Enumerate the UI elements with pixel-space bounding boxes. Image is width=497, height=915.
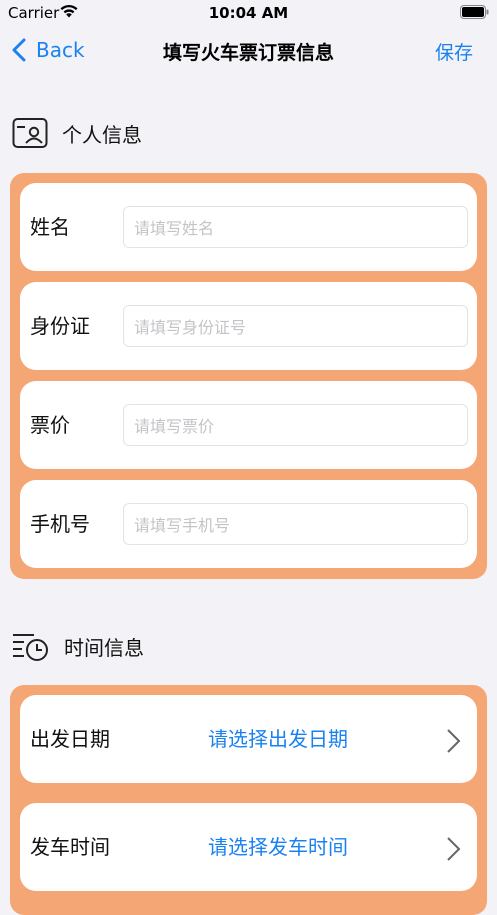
name-row: 姓名 请填写姓名 <box>20 183 477 271</box>
chevron-right-icon <box>447 729 461 753</box>
ticket-price-row: 票价 请填写票价 <box>20 381 477 469</box>
phone-input[interactable]: 请填写手机号 <box>123 503 468 545</box>
section-header-personal: 个人信息 <box>12 115 142 151</box>
phone-label: 手机号 <box>30 512 90 536</box>
departure-time-label: 发车时间 <box>30 835 110 859</box>
battery-icon <box>460 5 489 19</box>
id-card-icon <box>12 118 48 148</box>
id-number-input[interactable]: 请填写身份证号 <box>123 305 468 347</box>
phone-row: 手机号 请填写手机号 <box>20 480 477 568</box>
id-number-row: 身份证 请填写身份证号 <box>20 282 477 370</box>
status-time: 10:04 AM <box>208 4 289 22</box>
navigation-bar: Back 填写火车票订票信息 保存 <box>0 26 497 76</box>
section-title-personal: 个人信息 <box>62 122 142 147</box>
id-number-label: 身份证 <box>30 314 90 338</box>
departure-date-picker[interactable]: 请选择出发日期 <box>208 695 348 783</box>
status-bar: Carrier 10:04 AM <box>0 0 497 26</box>
clock-list-icon <box>13 634 48 661</box>
section-header-time: 时间信息 <box>12 628 144 664</box>
name-input[interactable]: 请填写姓名 <box>123 206 468 248</box>
time-info-group: 出发日期 请选择出发日期 发车时间 请选择发车时间 <box>10 685 487 915</box>
departure-time-picker[interactable]: 请选择发车时间 <box>208 803 348 891</box>
personal-info-group: 姓名 请填写姓名 身份证 请填写身份证号 票价 请填写票价 手机号 请填写手机号 <box>10 173 487 579</box>
chevron-right-icon <box>447 837 461 861</box>
save-button[interactable]: 保存 <box>435 38 473 65</box>
ticket-price-label: 票价 <box>30 413 70 437</box>
departure-time-row[interactable]: 发车时间 请选择发车时间 <box>20 803 477 891</box>
ticket-price-input[interactable]: 请填写票价 <box>123 404 468 446</box>
departure-date-label: 出发日期 <box>30 727 110 751</box>
departure-date-row[interactable]: 出发日期 请选择出发日期 <box>20 695 477 783</box>
name-label: 姓名 <box>30 215 70 239</box>
section-title-time: 时间信息 <box>64 635 144 660</box>
page-title: 填写火车票订票信息 <box>162 42 334 64</box>
